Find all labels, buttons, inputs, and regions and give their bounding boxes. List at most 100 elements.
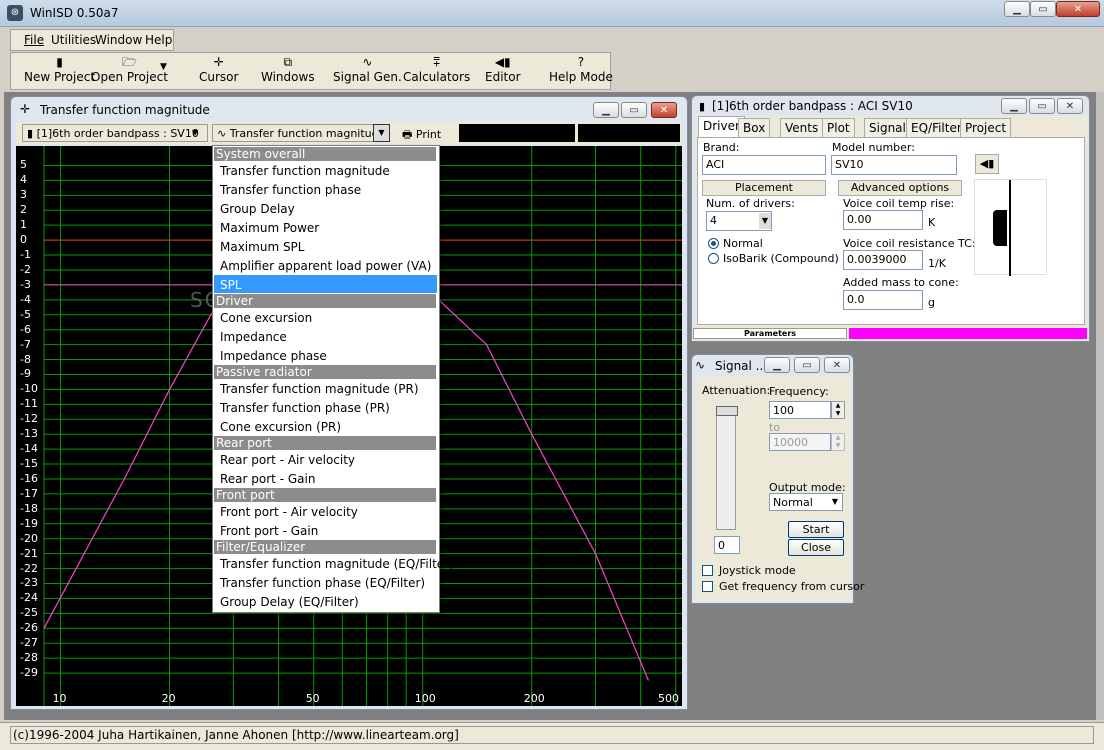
slider-thumb[interactable]: [716, 406, 738, 416]
radio-dot: [711, 241, 716, 246]
tab-box[interactable]: Box: [738, 118, 771, 138]
tab-plot[interactable]: Plot: [822, 118, 855, 138]
dropdown-item[interactable]: Impedance: [220, 330, 287, 344]
x-tick-label: 10: [52, 692, 67, 705]
brand-field[interactable]: ACI: [702, 155, 826, 175]
frequency-field[interactable]: 100: [769, 401, 831, 419]
tab-signal[interactable]: Signal: [864, 118, 911, 138]
dropdown-item[interactable]: Impedance phase: [220, 349, 327, 363]
dropdown-item[interactable]: Transfer function phase (PR): [220, 401, 390, 415]
dropdown-item[interactable]: Group Delay (EQ/Filter): [220, 595, 359, 609]
signal-window-icon: ∿: [695, 358, 706, 372]
model-field[interactable]: SV10: [831, 155, 957, 175]
dropdown-item[interactable]: Transfer function phase (EQ/Filter): [220, 576, 425, 590]
dropdown-item[interactable]: Cone excursion (PR): [220, 420, 341, 434]
y-tick-label: -4: [20, 292, 31, 306]
mdi-vertical-scrollbar[interactable]: [1096, 92, 1104, 720]
main-titlebar: [0, 0, 1104, 27]
menu-file[interactable]: File: [24, 33, 44, 47]
output-mode-arrow-icon[interactable]: ▼: [828, 495, 842, 509]
editor-button[interactable]: ◀▮: [975, 154, 999, 174]
cursor-freq-checkbox[interactable]: [702, 581, 713, 592]
graph-close-button[interactable]: ✕: [651, 102, 677, 118]
menu-utilities[interactable]: Utilities: [51, 33, 96, 47]
wave-icon: ∿: [217, 127, 230, 140]
frequency-spinner[interactable]: ▲ ▼: [831, 401, 845, 419]
plot-select[interactable]: ∿ Transfer function magnitude: [212, 124, 390, 142]
placement-label: Placement: [702, 180, 826, 196]
project-select[interactable]: ▮ [1]6th order bandpass : SV10: [22, 124, 208, 142]
graph-minimize-button[interactable]: ▁: [593, 102, 619, 118]
dropdown-item[interactable]: Front port - Gain: [220, 524, 318, 538]
tab-vents[interactable]: Vents: [780, 118, 824, 138]
y-tick-label: -22: [20, 561, 38, 575]
graph-maximize-button[interactable]: ▭: [621, 102, 647, 118]
dropdown-item[interactable]: Front port - Air velocity: [220, 505, 358, 519]
joystick-checkbox[interactable]: [702, 565, 713, 576]
parameters-bar: [849, 328, 1087, 339]
menu-help[interactable]: Help: [145, 33, 172, 47]
toolbar-new-project[interactable]: ▮ New Project: [24, 54, 95, 84]
close-signal-button[interactable]: Close: [788, 539, 844, 556]
close-button[interactable]: ✕: [1056, 1, 1100, 17]
printer-icon: 🖶: [402, 128, 416, 141]
num-drivers-arrow-icon[interactable]: ▼: [759, 213, 771, 229]
menu-window[interactable]: Window: [95, 33, 142, 47]
driver-minimize-button[interactable]: ▁: [1001, 98, 1027, 114]
dropdown-item[interactable]: Amplifier apparent load power (VA): [220, 259, 431, 273]
toolbar-cursor[interactable]: ✛ Cursor: [199, 54, 238, 84]
dropdown-item[interactable]: Rear port - Gain: [220, 472, 315, 486]
plot-select-arrow-button[interactable]: ▼: [373, 124, 390, 142]
help-mode-icon: ?: [577, 55, 585, 69]
dropdown-item[interactable]: Group Delay: [220, 202, 295, 216]
signal-close-button[interactable]: ✕: [824, 357, 850, 373]
y-tick-label: -25: [20, 606, 38, 620]
toolbar-windows[interactable]: ⧉ Windows: [261, 54, 315, 84]
maximize-button[interactable]: ▭: [1030, 1, 1056, 17]
radio-isobarik[interactable]: [708, 253, 719, 264]
y-tick-label: -27: [20, 636, 38, 650]
dropdown-item[interactable]: Transfer function phase: [220, 183, 361, 197]
toolbar-help-mode[interactable]: ? Help Mode: [549, 54, 613, 84]
toolbar-open-project[interactable]: 🗁 Open Project: [91, 54, 168, 84]
driver-close-button[interactable]: ✕: [1057, 98, 1083, 114]
added-mass-label: Added mass to cone:: [843, 276, 959, 289]
start-button[interactable]: Start: [788, 521, 844, 538]
attenuation-value[interactable]: 0: [714, 536, 740, 554]
vc-temp-label: Voice coil temp rise:: [843, 197, 955, 210]
vc-res-field[interactable]: 0.0039000: [843, 250, 923, 270]
dropdown-item[interactable]: Cone excursion: [220, 311, 312, 325]
dropdown-item[interactable]: SPL: [220, 278, 242, 292]
dropdown-item[interactable]: Transfer function magnitude (EQ/Filter): [220, 557, 454, 571]
y-tick-label: -17: [20, 486, 38, 500]
print-button[interactable]: 🖶 Print: [398, 124, 452, 142]
y-tick-label: 1: [20, 218, 27, 232]
y-tick-label: -6: [20, 322, 31, 336]
signal-minimize-button[interactable]: ▁: [764, 357, 790, 373]
project-select-arrow-icon[interactable]: ▼: [192, 128, 198, 137]
dropdown-item[interactable]: Transfer function magnitude: [220, 164, 390, 178]
frequency-label: Frequency:: [769, 385, 829, 398]
toolbar-editor[interactable]: ◀▮ Editor: [485, 54, 521, 84]
dropdown-item[interactable]: Maximum Power: [220, 221, 319, 235]
driver-maximize-button[interactable]: ▭: [1029, 98, 1055, 114]
x-tick-label: 500: [658, 692, 679, 705]
toolbar-calculators[interactable]: ⩱ Calculators: [403, 54, 470, 84]
to-spinner: ▲ ▼: [831, 433, 845, 451]
toolbar-signal-gen[interactable]: ∿ Signal Gen.: [333, 54, 402, 84]
tab-eq-filter[interactable]: EQ/Filter: [906, 118, 967, 138]
attenuation-slider[interactable]: [716, 404, 740, 532]
minimize-button[interactable]: ▁: [1004, 1, 1030, 17]
dropdown-item[interactable]: Rear port - Air velocity: [220, 453, 355, 467]
dropdown-item[interactable]: Maximum SPL: [220, 240, 304, 254]
radio-normal[interactable]: [708, 238, 719, 249]
added-mass-field[interactable]: 0.0: [843, 290, 923, 310]
vc-res-label: Voice coil resistance TC:: [843, 237, 976, 250]
signal-gen-icon: ∿: [362, 55, 373, 69]
signal-maximize-button[interactable]: ▭: [794, 357, 820, 373]
dropdown-item[interactable]: Transfer function magnitude (PR): [220, 382, 419, 396]
tab-project[interactable]: Project: [960, 118, 1012, 138]
open-project-dropdown-icon[interactable]: ▼: [160, 62, 167, 72]
vc-temp-field[interactable]: 0.00: [843, 210, 923, 230]
speaker-icon: ◀▮: [979, 157, 995, 170]
